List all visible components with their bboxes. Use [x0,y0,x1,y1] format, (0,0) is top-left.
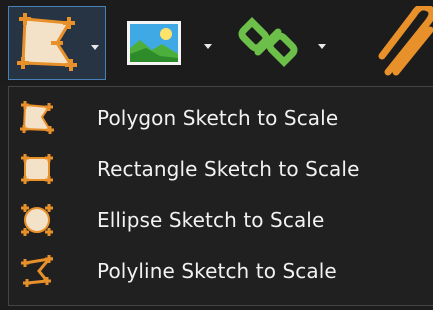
polygon-sketch-icon [17,13,79,77]
menu-item-rectangle-sketch[interactable]: Rectangle Sketch to Scale [9,144,433,194]
polygon-sketch-icon [19,100,55,136]
insert-link-button[interactable] [232,6,332,76]
toolbar [0,0,433,84]
polyline-sketch-icon [19,253,55,289]
chevron-down-icon[interactable] [204,44,212,49]
menu-item-polygon-sketch[interactable]: Polygon Sketch to Scale [9,93,433,143]
chevron-down-icon[interactable] [91,45,99,50]
chevron-down-icon[interactable] [318,44,326,49]
picture-icon [126,20,182,70]
paperclip-icon [374,6,433,76]
menu-item-label: Polygon Sketch to Scale [97,106,339,130]
attach-file-button[interactable] [372,6,433,76]
menu-item-ellipse-sketch[interactable]: Ellipse Sketch to Scale [9,195,433,245]
menu-item-polyline-sketch[interactable]: Polyline Sketch to Scale [9,246,433,296]
ellipse-sketch-icon [19,202,55,238]
chain-link-icon [238,12,298,76]
sketch-to-scale-button[interactable] [8,6,106,80]
menu-item-label: Polyline Sketch to Scale [97,259,337,283]
menu-item-label: Rectangle Sketch to Scale [97,157,360,181]
sketch-dropdown-menu: Polygon Sketch to Scale Rectangle Sketch… [8,86,433,306]
rectangle-sketch-icon [19,151,55,187]
insert-image-button[interactable] [122,6,218,76]
menu-item-label: Ellipse Sketch to Scale [97,208,325,232]
